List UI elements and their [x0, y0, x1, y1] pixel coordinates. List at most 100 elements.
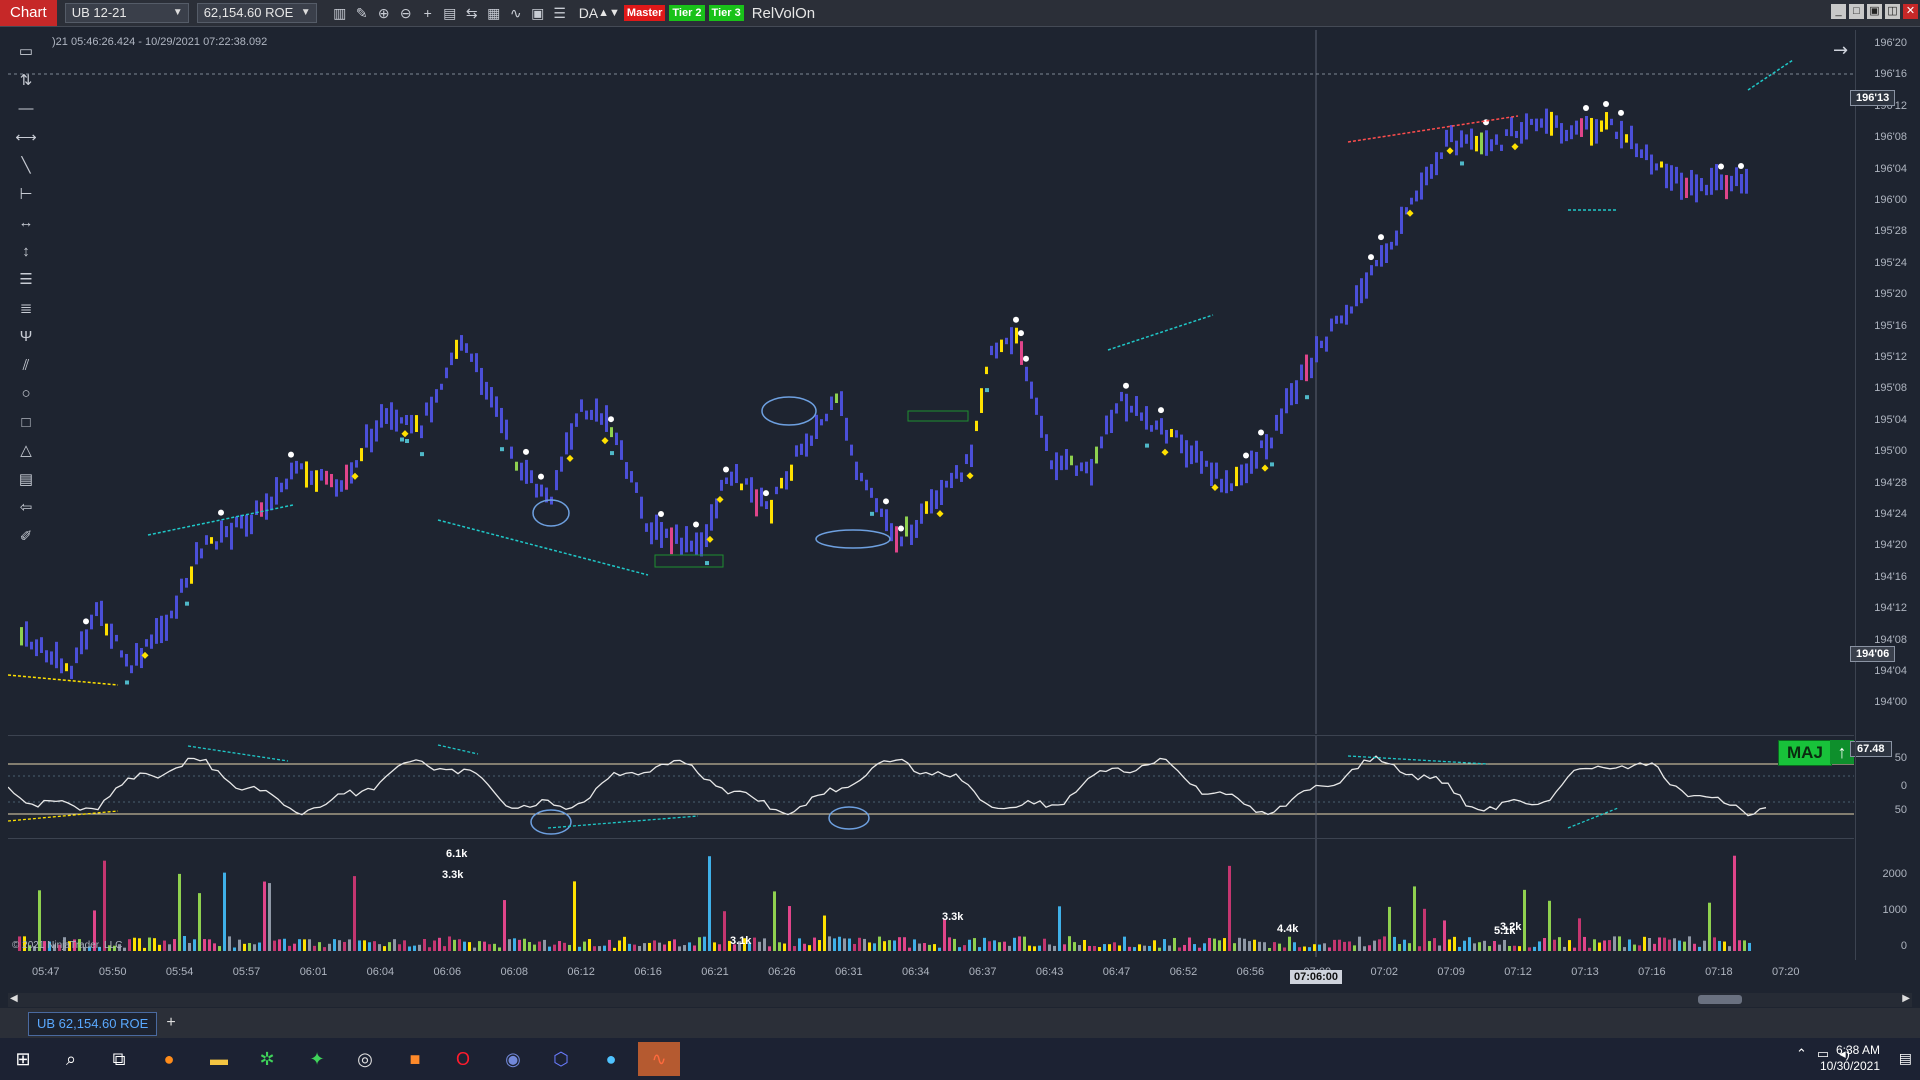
volume-bar: [198, 893, 201, 951]
signal-dot: [1023, 355, 1029, 362]
price-bar: [965, 454, 968, 465]
oscillator-chart[interactable]: [8, 736, 1854, 838]
price-bar: [1000, 339, 1003, 353]
list-icon[interactable]: ☰: [549, 3, 571, 23]
price-bar: [1605, 112, 1608, 130]
volume-bar: [488, 944, 491, 951]
maximize-icon[interactable]: ▣: [1867, 4, 1882, 19]
chart-tab-ub[interactable]: UB 62,154.60 ROE: [28, 1012, 158, 1036]
firefox-icon[interactable]: ●: [148, 1042, 190, 1076]
volume-bar: [1588, 947, 1591, 951]
instrument-selector[interactable]: UB 12-21 ▼: [64, 3, 189, 23]
price-bar: [790, 464, 793, 481]
taskbar-clock[interactable]: 6:38 AM 10/30/2021: [1820, 1042, 1880, 1074]
price-bar: [1630, 125, 1633, 150]
zoom-out-icon[interactable]: ⊖: [395, 3, 417, 23]
volume-bar: [318, 942, 321, 951]
opera-icon[interactable]: O: [442, 1042, 484, 1076]
volume-bar: [1613, 936, 1616, 951]
da-toggle[interactable]: DA: [579, 5, 598, 21]
master-badge[interactable]: Master: [623, 5, 666, 21]
price-bar: [100, 600, 103, 626]
scroll-left-icon[interactable]: ◀: [10, 993, 18, 1004]
price-bar: [365, 424, 368, 448]
price-bar: [1305, 354, 1308, 382]
volume-panel[interactable]: [8, 838, 1854, 957]
horizontal-scrollbar[interactable]: ◀ ▶: [8, 993, 1912, 1007]
close-icon[interactable]: ✕: [1903, 4, 1918, 19]
volume-bar: [778, 942, 781, 951]
add-tab-icon[interactable]: +: [160, 1012, 182, 1034]
volume-bar: [953, 938, 956, 951]
price-bar: [190, 566, 193, 584]
price-bar: [1565, 129, 1568, 142]
tier2-badge[interactable]: Tier 2: [669, 5, 705, 21]
task-view-icon[interactable]: ⧉: [98, 1042, 140, 1076]
properties-icon[interactable]: ▣: [527, 3, 549, 23]
strategies-icon[interactable]: ∿: [505, 3, 527, 23]
minimize-icon[interactable]: _: [1831, 4, 1846, 19]
volume-chart[interactable]: [8, 839, 1854, 957]
price-bar: [980, 388, 983, 413]
volume-bar: [1423, 908, 1426, 951]
price-bar: [45, 650, 48, 663]
price-bar: [1600, 120, 1603, 132]
da-arrows-icon[interactable]: ▲▼: [598, 7, 620, 19]
notification-icon[interactable]: ▤: [1899, 1050, 1912, 1067]
crosshair-icon[interactable]: +: [417, 3, 439, 23]
chevron-up-icon[interactable]: ⌃: [1796, 1046, 1807, 1062]
price-axis[interactable]: 196'20196'16196'12196'08196'04196'00195'…: [1855, 30, 1920, 960]
app-green-icon[interactable]: ✲: [246, 1042, 288, 1076]
scroll-right-icon[interactable]: ▶: [1902, 993, 1910, 1004]
tier3-badge[interactable]: Tier 3: [708, 5, 744, 21]
draw-pencil-icon[interactable]: ✎: [351, 3, 373, 23]
chart-trader-icon[interactable]: ⇆: [461, 3, 483, 23]
time-axis-label: 06:16: [634, 966, 662, 978]
volume-bar: [1643, 936, 1646, 951]
volume-bar: [1218, 940, 1221, 951]
chart-toolbar: ▥ ✎ ⊕ ⊖ + ▤ ⇆ ▦ ∿ ▣ ☰: [329, 3, 571, 23]
zoom-in-icon[interactable]: ⊕: [373, 3, 395, 23]
file-explorer-icon[interactable]: ▬: [198, 1042, 240, 1076]
price-bar: [1530, 118, 1533, 125]
price-bar: [245, 515, 248, 537]
price-bar: [130, 665, 133, 674]
price-bar: [725, 477, 728, 484]
volume-bar: [383, 946, 386, 951]
account-selector[interactable]: 62,154.60 ROE ▼: [196, 3, 317, 23]
volume-bar: [1368, 945, 1371, 951]
volume-bar: [463, 941, 466, 951]
volume-bar: [143, 947, 146, 951]
ninjatrader-icon[interactable]: ∿: [638, 1042, 680, 1076]
restore-icon[interactable]: □: [1849, 4, 1864, 19]
search-icon[interactable]: ⌕: [50, 1042, 92, 1076]
bar-type-icon[interactable]: ▥: [329, 3, 351, 23]
app-blue-circle-icon[interactable]: ●: [590, 1042, 632, 1076]
price-chart[interactable]: →: [8, 30, 1854, 734]
obs-icon[interactable]: ◎: [344, 1042, 386, 1076]
volume-bar: [1468, 937, 1471, 951]
chart-tab[interactable]: Chart: [0, 0, 57, 26]
discord-icon[interactable]: ◉: [492, 1042, 534, 1076]
app-orange-icon[interactable]: ■: [394, 1042, 436, 1076]
app-turtle-icon[interactable]: ✦: [296, 1042, 338, 1076]
volume-bar: [373, 941, 376, 951]
volume-bar: [328, 943, 331, 951]
price-panel[interactable]: →: [8, 30, 1854, 734]
volume-bar: [403, 940, 406, 951]
data-box-icon[interactable]: ▤: [439, 3, 461, 23]
price-bar: [690, 540, 693, 552]
app-blue-hex-icon[interactable]: ⬡: [540, 1042, 582, 1076]
volume-bar: [553, 944, 556, 951]
time-axis[interactable]: 05:47 05:50 05:54 05:57 06:01 06:04 06:06 06:08…: [8, 962, 1854, 984]
windows-start-icon[interactable]: ⊞: [2, 1042, 44, 1076]
relvol-label[interactable]: RelVolOn: [752, 5, 815, 22]
volume-bar: [1678, 940, 1681, 951]
scroll-thumb[interactable]: [1698, 995, 1742, 1004]
volume-bar: [1623, 947, 1626, 951]
tile-icon[interactable]: ◫: [1885, 4, 1900, 19]
oscillator-panel[interactable]: [8, 735, 1854, 838]
volume-bar: [983, 937, 986, 951]
indicators-icon[interactable]: ▦: [483, 3, 505, 23]
volume-bar: [1408, 943, 1411, 951]
